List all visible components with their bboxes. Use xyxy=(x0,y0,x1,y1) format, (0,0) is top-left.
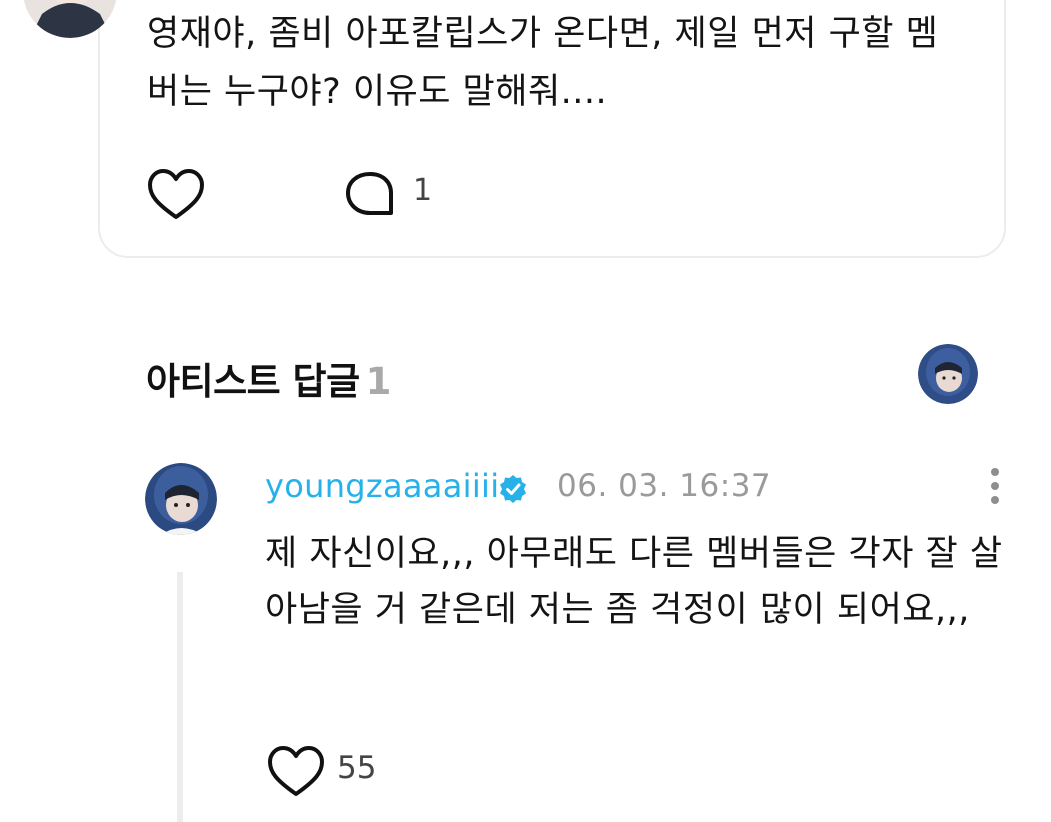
comment-count: 1 xyxy=(413,173,433,208)
reply-text: 제 자신이요,,, 아무래도 다른 멤버들은 각자 잘 살아남을 거 같은데 저… xyxy=(265,534,1003,630)
post-like-button[interactable] xyxy=(146,167,206,223)
artist-avatar-photo-icon xyxy=(918,344,978,404)
heart-outline-icon xyxy=(268,746,324,796)
reply-like-button[interactable] xyxy=(266,744,326,800)
artist-replies-title: 아티스트 답글 xyxy=(146,360,360,403)
thread-line xyxy=(177,572,183,822)
speech-bubble-icon xyxy=(346,172,393,215)
artist-replies-count: 1 xyxy=(365,360,392,403)
more-vertical-icon[interactable] xyxy=(984,466,1006,510)
artist-replies-heading: 아티스트 답글 1 xyxy=(146,351,391,405)
artist-avatar-photo-icon xyxy=(145,463,217,535)
reply-timestamp: 06. 03. 16:37 xyxy=(557,468,772,504)
fan-post-page: 영재야, 좀비 아포칼립스가 온다면, 제일 먼저 구할 멤버는 누구야? 이유… xyxy=(0,0,1051,822)
reply-like-count: 55 xyxy=(337,750,377,786)
reply-author-avatar[interactable] xyxy=(145,463,217,535)
heart-outline-icon xyxy=(148,169,204,219)
post-comment-button[interactable] xyxy=(343,170,397,220)
artist-header-avatar[interactable] xyxy=(918,344,978,404)
verified-badge-icon xyxy=(497,473,529,505)
reply-username[interactable]: youngzaaaaiiii xyxy=(265,467,499,505)
post-text: 영재야, 좀비 아포칼립스가 온다면, 제일 먼저 구할 멤버는 누구야? 이유… xyxy=(147,14,939,112)
